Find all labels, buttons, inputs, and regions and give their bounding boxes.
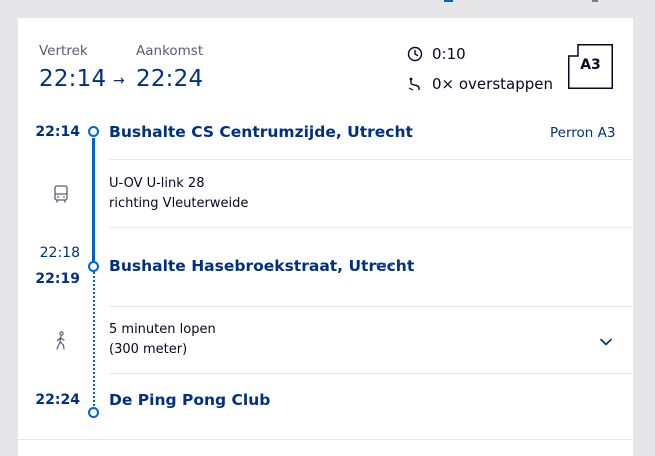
leg2-distance: (300 meter) — [109, 342, 188, 357]
stop2-departure-time: 22:19 — [35, 271, 80, 287]
stop2-name[interactable]: Bushalte Hasebroekstraat, Utrecht — [109, 257, 414, 275]
platform-badge-label: A3 — [580, 57, 601, 73]
card-bottom-divider — [18, 439, 633, 440]
divider — [109, 373, 633, 374]
top-icon-fragment — [592, 0, 598, 2]
stop-node — [88, 261, 99, 272]
walking-icon — [50, 330, 72, 352]
leg2-info: 5 minuten lopen (300 meter) — [109, 320, 216, 360]
clock-icon — [406, 45, 424, 63]
duration-value: 0:10 — [432, 45, 466, 63]
transfers-value: 0× overstappen — [432, 75, 553, 93]
arrival-label: Aankomst — [136, 43, 204, 59]
stop-node — [88, 126, 99, 137]
duration-row: 0:10 — [406, 45, 466, 63]
arrival-time: 22:24 — [136, 66, 204, 92]
stop3-name[interactable]: De Ping Pong Club — [109, 391, 270, 409]
departure-label: Vertrek — [39, 43, 88, 59]
divider — [109, 159, 633, 160]
route-line-walk — [93, 272, 95, 410]
stop-node — [88, 407, 99, 418]
transfers-row: 0× overstappen — [406, 75, 553, 93]
top-sliver — [0, 0, 655, 18]
bus-icon — [50, 183, 72, 205]
divider — [109, 306, 633, 307]
stop1-time: 22:14 — [35, 124, 80, 140]
trip-card: Vertrek Aankomst 22:14 → 22:24 0:10 0× o… — [18, 18, 633, 456]
leg1-direction: richting Vleuterweide — [109, 196, 249, 211]
platform-badge: A3 — [568, 44, 613, 89]
transfer-icon — [406, 75, 424, 93]
stop2-arrival-time: 22:18 — [39, 245, 80, 261]
route-line-bus — [92, 138, 95, 268]
stop3-time: 22:24 — [35, 392, 80, 408]
departure-time: 22:14 — [39, 66, 107, 92]
top-link-fragment — [444, 0, 453, 2]
divider — [109, 227, 633, 228]
stop1-name[interactable]: Bushalte CS Centrumzijde, Utrecht — [109, 123, 413, 141]
leg1-info: U-OV U-link 28 richting Vleuterweide — [109, 174, 248, 214]
chevron-down-icon[interactable] — [598, 334, 614, 350]
arrow-right-icon: → — [113, 73, 125, 89]
leg1-line: U-OV U-link 28 — [109, 176, 205, 191]
more-options-icon[interactable]: ··· — [375, 256, 395, 274]
leg2-duration: 5 minuten lopen — [109, 322, 216, 337]
stop1-platform: Perron A3 — [550, 125, 616, 141]
